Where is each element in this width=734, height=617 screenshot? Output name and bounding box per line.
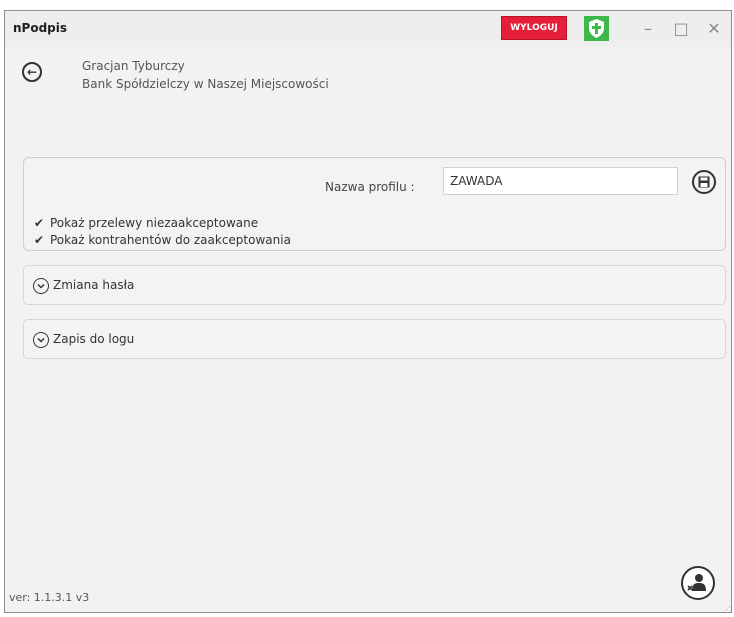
profile-name-input[interactable] <box>443 167 678 195</box>
checkmark-icon[interactable]: ✔ <box>34 233 46 247</box>
chevron-down-icon <box>33 332 49 348</box>
user-remove-icon[interactable] <box>681 566 715 600</box>
section-log-write[interactable]: Zapis do logu <box>23 319 726 359</box>
chevron-down-icon <box>33 278 49 294</box>
user-name: Gracjan Tyburczy <box>82 59 185 73</box>
maximize-button[interactable]: □ <box>668 16 694 40</box>
section-label: Zapis do logu <box>53 332 135 346</box>
title-bar: nPodpis WYLOGUJ – □ ✕ <box>5 11 731 47</box>
resize-grip-icon[interactable]: ⋰ <box>723 605 731 614</box>
back-arrow-icon[interactable]: ← <box>22 62 42 82</box>
option-show-contractors[interactable]: ✔ Pokaż kontrahentów do zaakceptowania <box>34 233 291 247</box>
logout-button[interactable]: WYLOGUJ <box>501 16 567 40</box>
version-label: ver: 1.1.3.1 v3 <box>9 591 90 604</box>
save-icon[interactable] <box>692 170 716 194</box>
profile-name-label: Nazwa profilu : <box>325 180 415 194</box>
option-show-unaccepted-transfers[interactable]: ✔ Pokaż przelewy niezaakceptowane <box>34 216 258 230</box>
profile-panel: Nazwa profilu : ✔ Pokaż przelewy niezaak… <box>23 157 726 251</box>
shield-check-icon[interactable] <box>584 16 609 41</box>
checkmark-icon[interactable]: ✔ <box>34 216 46 230</box>
section-label: Zmiana hasła <box>53 278 135 292</box>
option-label: Pokaż kontrahentów do zaakceptowania <box>50 233 291 247</box>
bank-name: Bank Spółdzielczy w Naszej Miejscowości <box>82 77 329 91</box>
section-change-password[interactable]: Zmiana hasła <box>23 265 726 305</box>
option-label: Pokaż przelewy niezaakceptowane <box>50 216 259 230</box>
app-title: nPodpis <box>13 21 68 35</box>
app-window: nPodpis WYLOGUJ – □ ✕ ← Gracjan Tyburczy… <box>4 10 732 614</box>
close-button[interactable]: ✕ <box>701 16 727 40</box>
minimize-button[interactable]: – <box>635 16 661 40</box>
